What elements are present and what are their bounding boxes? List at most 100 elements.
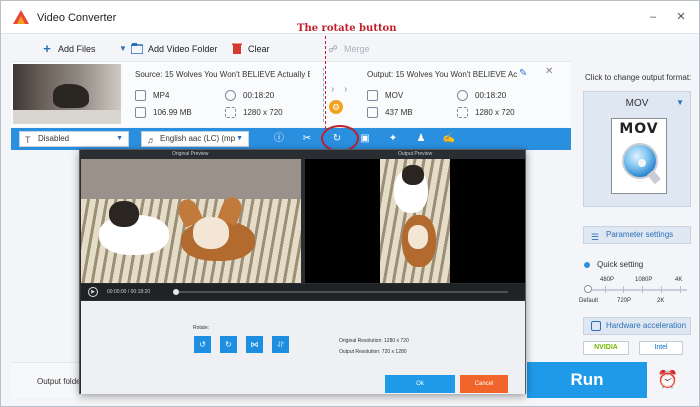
original-preview — [81, 159, 301, 283]
logo-icon — [13, 10, 29, 24]
quality-slider[interactable] — [587, 289, 687, 291]
app-window: Video Converter – ✕ + Add Files ▼ Add Vi… — [0, 0, 700, 407]
divider — [323, 68, 324, 122]
merge-button[interactable]: ☍ Merge — [327, 42, 370, 56]
parameter-settings-button[interactable]: ☰ Parameter settings — [583, 226, 691, 244]
quality-label: Default — [579, 298, 599, 304]
effect-icon[interactable]: ✦ — [385, 131, 401, 147]
add-video-folder-button[interactable]: Add Video Folder — [130, 42, 217, 56]
original-preview-label: Original Preview — [172, 151, 209, 157]
rotate-left-button[interactable]: ↺ — [194, 336, 211, 353]
flip-vertical-button[interactable]: ⥯ — [272, 336, 289, 353]
run-button[interactable]: Run — [527, 362, 647, 398]
watermark-icon[interactable]: ♟ — [413, 131, 429, 147]
quality-slider-knob[interactable] — [584, 285, 592, 293]
resolution-icon — [457, 107, 468, 118]
seek-bar[interactable] — [176, 291, 508, 293]
source-size: 106.99 MB — [135, 107, 192, 118]
quick-setting-dot — [584, 262, 590, 268]
output-duration: 00:18:20 — [457, 90, 506, 101]
cut-icon[interactable]: ✂ — [299, 131, 315, 147]
time-display: 00:00:00 / 00:18:20 — [107, 289, 151, 295]
seek-knob[interactable] — [173, 289, 179, 295]
quality-label: 720P — [617, 298, 632, 304]
format-icon — [135, 90, 146, 101]
quality-label: 1080P — [635, 277, 653, 283]
clear-button[interactable]: Clear — [231, 42, 270, 56]
add-files-label: Add Files — [58, 44, 96, 54]
chevron-right-icon: › — [344, 84, 348, 95]
rotate-right-button[interactable]: ↻ — [220, 336, 237, 353]
format-name: MOV — [625, 98, 649, 109]
trash-icon — [231, 43, 243, 55]
rotate-settings: Rotate: ↺ ↻ ⋈ ⥯ Original Resolution: 128… — [81, 301, 525, 394]
output-size: 437 MB — [367, 107, 413, 118]
output-preview-label: Output Preview — [398, 151, 433, 157]
clock-icon — [457, 90, 468, 101]
output-resolution: 1280 x 720 — [457, 107, 515, 118]
source-resolution: 1280 x 720 — [225, 107, 283, 118]
output-format: MOV — [367, 90, 403, 101]
intel-badge[interactable]: Intel — [639, 341, 683, 355]
size-icon — [367, 107, 378, 118]
add-icon: + — [43, 41, 51, 56]
quality-label: 2K — [657, 298, 665, 304]
merge-label: Merge — [344, 44, 370, 54]
panel-title: Click to change output format: — [585, 73, 692, 82]
settings-gear-icon[interactable]: ⚙ — [329, 100, 343, 114]
chevron-down-icon: ▼ — [119, 44, 127, 53]
add-files-button[interactable]: + Add Files — [41, 41, 96, 56]
format-icon — [367, 90, 378, 101]
merge-icon: ☍ — [328, 44, 338, 54]
minimize-icon[interactable]: – — [645, 9, 661, 25]
quick-setting-label: Quick setting — [597, 260, 644, 269]
output-folder-label: Output folder — [37, 377, 84, 386]
clear-label: Clear — [248, 44, 270, 54]
video-thumbnail[interactable] — [13, 64, 121, 124]
quality-label: 4K — [675, 277, 683, 283]
source-title: Source: 15 Wolves You Won't BELIEVE Actu… — [135, 70, 310, 79]
remove-icon[interactable]: ✕ — [545, 66, 553, 77]
chip-icon — [591, 321, 601, 331]
toolbar: + Add Files ▼ Add Video Folder Clear ☍ M… — [11, 37, 571, 61]
file-item[interactable]: Source: 15 Wolves You Won't BELIEVE Actu… — [11, 61, 571, 127]
folder-icon — [130, 43, 144, 55]
rotate-dialog: Original Preview Output Preview ▶ 00:00:… — [79, 149, 526, 394]
subtitle-select[interactable]: T Disabled ▼ — [19, 131, 129, 147]
edit-icon[interactable]: ✎ — [519, 68, 527, 79]
cancel-button[interactable]: Cancel — [460, 375, 508, 393]
quality-label: 480P — [600, 277, 615, 283]
source-format: MP4 — [135, 90, 169, 101]
alarm-icon[interactable]: ⏰ — [653, 367, 683, 393]
sliders-icon: ☰ — [591, 232, 600, 242]
playback-bar: ▶ 00:00:00 / 00:18:20 — [81, 284, 525, 300]
output-format-selector[interactable]: MOV ▼ MOV — [583, 91, 691, 207]
chevron-right-icon: › — [331, 84, 335, 95]
output-preview — [305, 159, 525, 283]
output-format-panel: Click to change output format: MOV ▼ MOV… — [575, 63, 699, 363]
subtitle-edit-icon[interactable]: ✍ — [441, 131, 457, 147]
size-icon — [135, 107, 146, 118]
mov-format-icon: MOV — [611, 118, 667, 194]
nvidia-badge[interactable]: NVIDIA — [583, 341, 629, 355]
play-icon[interactable]: ▶ — [88, 287, 98, 297]
annotation-label: The rotate button — [297, 23, 397, 34]
audio-track-select[interactable]: ♬ English aac (LC) (mp ▼ — [141, 131, 249, 147]
hardware-acceleration-button[interactable]: Hardware acceleration — [583, 317, 691, 335]
crop-icon[interactable]: ▣ — [357, 131, 373, 147]
source-duration: 00:18:20 — [225, 90, 274, 101]
text-icon: T — [25, 135, 31, 145]
flip-horizontal-button[interactable]: ⋈ — [246, 336, 263, 353]
info-icon[interactable]: ⓘ — [271, 131, 287, 147]
rotate-label: Rotate: — [193, 325, 210, 331]
ok-button[interactable]: Ok — [385, 375, 455, 393]
clock-icon — [225, 90, 236, 101]
chevron-down-icon: ▼ — [236, 135, 243, 142]
edit-toolbar: T Disabled ▼ ♬ English aac (LC) (mp ▼ ⓘ … — [11, 125, 571, 152]
output-resolution: Output Resolution: 720 x 1280 — [339, 349, 407, 355]
original-resolution: Original Resolution: 1280 x 720 — [339, 338, 409, 344]
annotation-line — [325, 36, 326, 129]
chevron-down-icon: ▼ — [676, 98, 684, 107]
audio-icon: ♬ — [147, 135, 156, 145]
close-icon[interactable]: ✕ — [673, 9, 689, 25]
